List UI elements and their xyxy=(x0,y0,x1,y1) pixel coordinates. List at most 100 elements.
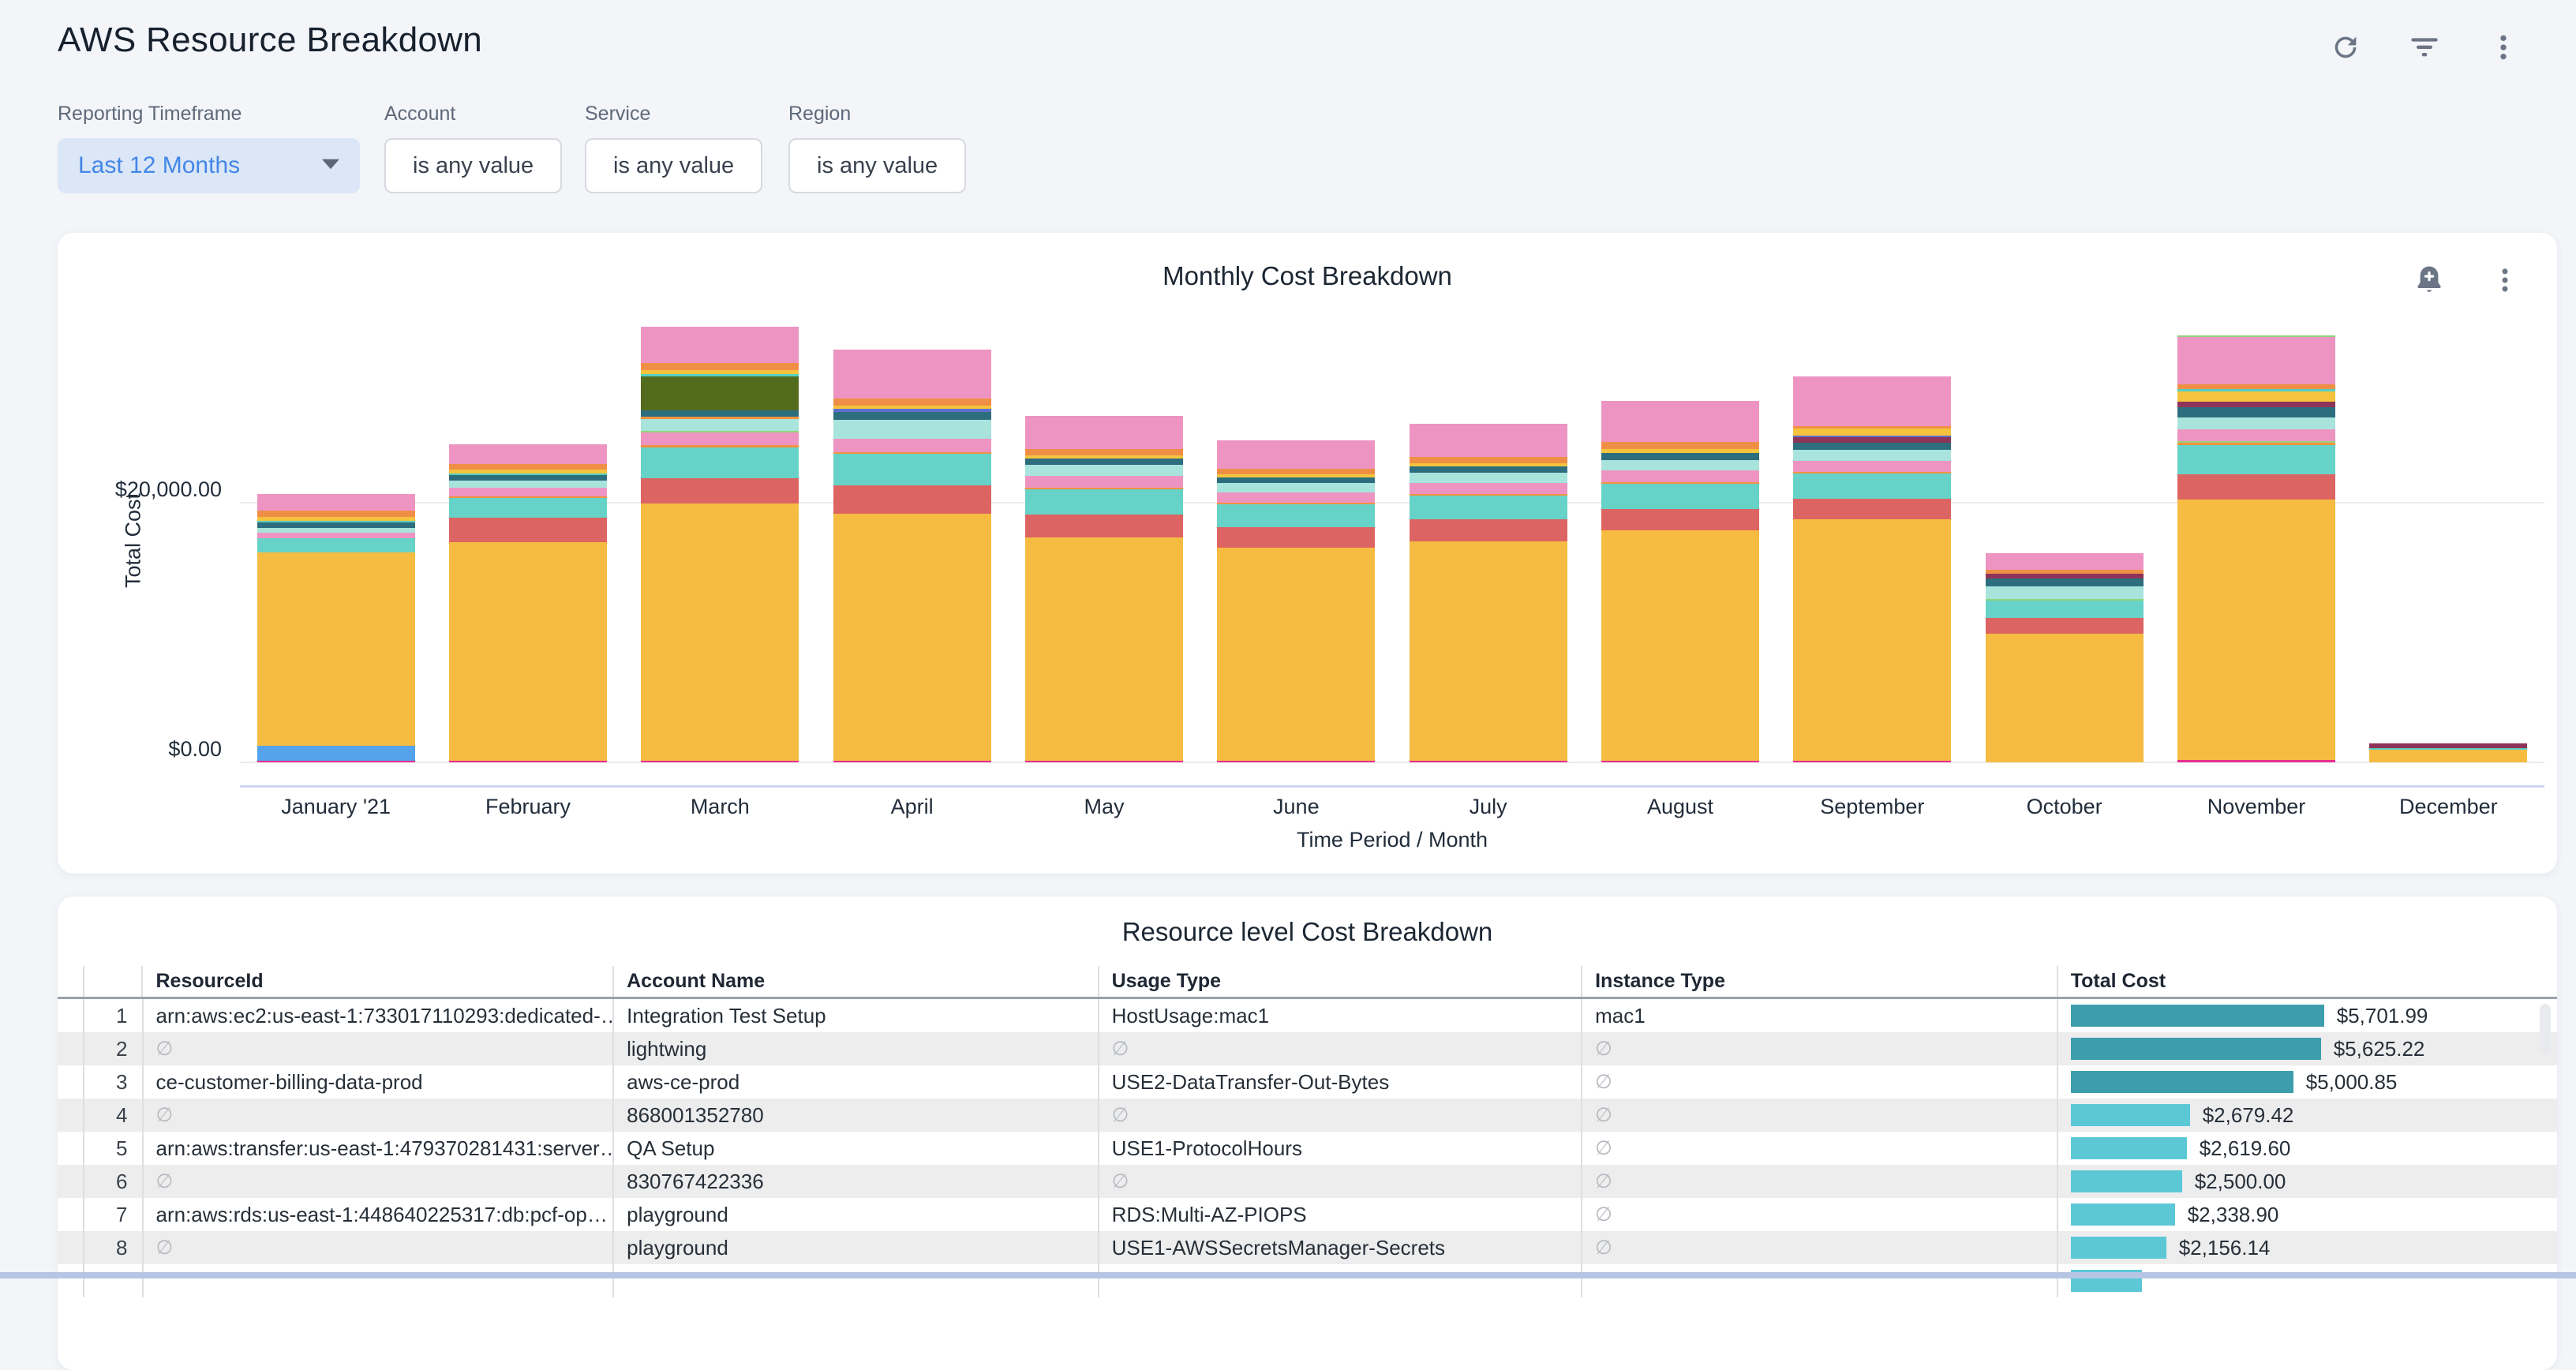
column-header-instance-type[interactable]: Instance Type xyxy=(1581,966,2057,997)
stacked-bar-September[interactable] xyxy=(1793,376,1951,762)
bar-segment-maroon[interactable] xyxy=(2177,402,2335,407)
timeframe-dropdown[interactable]: Last 12 Months xyxy=(58,138,360,193)
stacked-bar-October[interactable] xyxy=(1986,553,2144,762)
bar-segment-darkteal[interactable] xyxy=(1025,459,1183,465)
resource-id-cell[interactable]: arn:aws:rds:us-east-1:448640225317:db:pc… xyxy=(142,1198,613,1231)
bar-segment-amber[interactable] xyxy=(833,514,991,761)
bar-segment-pink[interactable] xyxy=(1410,483,1567,494)
bar-segment-darkteal[interactable] xyxy=(449,475,607,481)
table-row[interactable]: 8∅playgroundUSE1-AWSSecretsManager-Secre… xyxy=(58,1231,2557,1264)
bar-segment-red[interactable] xyxy=(1986,618,2144,634)
account-name-cell[interactable]: lightwing xyxy=(612,1032,1097,1065)
refresh-icon[interactable] xyxy=(2328,30,2363,65)
row-number-cell[interactable]: 8 xyxy=(83,1231,142,1264)
bar-segment-teal[interactable] xyxy=(1601,484,1759,509)
bar-segment-blue[interactable] xyxy=(257,746,415,761)
bar-segment-darkteal[interactable] xyxy=(641,410,799,417)
bar-segment-red[interactable] xyxy=(1217,527,1375,548)
table-row[interactable] xyxy=(58,1264,2557,1297)
bar-segment-amber[interactable] xyxy=(2177,500,2335,761)
bar-segment-red[interactable] xyxy=(1025,515,1183,537)
table-row[interactable]: 7arn:aws:rds:us-east-1:448640225317:db:p… xyxy=(58,1198,2557,1231)
usage-type-cell[interactable]: ∅ xyxy=(1098,1165,1582,1198)
bar-segment-darkteal[interactable] xyxy=(257,522,415,528)
row-number-cell[interactable]: 4 xyxy=(83,1099,142,1132)
table-row[interactable]: 3ce-customer-billing-data-prodaws-ce-pro… xyxy=(58,1065,2557,1099)
bar-segment-pink[interactable] xyxy=(1793,376,1951,426)
bar-segment-darkteal[interactable] xyxy=(1793,443,1951,451)
row-number-cell[interactable]: 7 xyxy=(83,1198,142,1231)
stacked-bar-November[interactable] xyxy=(2177,335,2335,762)
account-name-cell[interactable]: 868001352780 xyxy=(612,1099,1097,1132)
instance-type-cell[interactable]: ∅ xyxy=(1581,1032,2057,1065)
total-cost-cell[interactable] xyxy=(2057,1264,2557,1297)
resource-id-cell[interactable]: ∅ xyxy=(142,1231,613,1264)
resource-id-cell[interactable]: arn:aws:transfer:us-east-1:479370281431:… xyxy=(142,1132,613,1165)
bar-segment-teal[interactable] xyxy=(2177,445,2335,474)
bar-segment-amber[interactable] xyxy=(257,552,415,746)
resource-id-cell[interactable]: arn:aws:ec2:us-east-1:733017110293:dedic… xyxy=(142,999,613,1032)
bar-segment-amber[interactable] xyxy=(2369,750,2527,762)
bar-segment-magenta[interactable] xyxy=(1793,761,1951,763)
bar-segment-orange2[interactable] xyxy=(257,511,415,517)
stacked-bar-April[interactable] xyxy=(833,350,991,762)
bar-segment-amber[interactable] xyxy=(449,542,607,760)
bar-segment-teal[interactable] xyxy=(833,454,991,485)
instance-type-cell[interactable]: ∅ xyxy=(1581,1099,2057,1132)
bar-segment-orange2[interactable] xyxy=(1025,449,1183,455)
bar-segment-red[interactable] xyxy=(833,485,991,514)
instance-type-cell[interactable]: ∅ xyxy=(1581,1198,2057,1231)
bar-segment-magenta[interactable] xyxy=(449,761,607,763)
bar-segment-teal[interactable] xyxy=(257,538,415,552)
bar-segment-pink[interactable] xyxy=(1217,440,1375,469)
table-row[interactable]: 4∅868001352780∅∅$2,679.42 xyxy=(58,1099,2557,1132)
bar-segment-red[interactable] xyxy=(1601,509,1759,530)
bar-segment-olive[interactable] xyxy=(641,376,799,410)
resource-id-cell[interactable]: ∅ xyxy=(142,1032,613,1065)
bar-segment-mint[interactable] xyxy=(1793,450,1951,461)
bar-segment-red[interactable] xyxy=(641,478,799,503)
instance-type-cell[interactable] xyxy=(1581,1264,2057,1297)
bar-segment-magenta[interactable] xyxy=(1410,761,1567,763)
bar-segment-orange2[interactable] xyxy=(1410,457,1567,462)
bar-segment-red[interactable] xyxy=(1793,499,1951,519)
stacked-bar-February[interactable] xyxy=(449,444,607,762)
row-number-cell[interactable]: 6 xyxy=(83,1165,142,1198)
bar-segment-magenta[interactable] xyxy=(2177,760,2335,762)
resource-id-cell[interactable]: ∅ xyxy=(142,1165,613,1198)
total-cost-cell[interactable]: $5,000.85 xyxy=(2057,1065,2557,1099)
bar-segment-pink[interactable] xyxy=(449,444,607,464)
bar-segment-pink[interactable] xyxy=(1601,401,1759,443)
bar-segment-pink[interactable] xyxy=(1601,470,1759,482)
instance-type-cell[interactable]: mac1 xyxy=(1581,999,2057,1032)
bar-segment-magenta[interactable] xyxy=(641,761,799,763)
bar-segment-amber[interactable] xyxy=(1025,537,1183,761)
usage-type-cell[interactable]: ∅ xyxy=(1098,1032,1582,1065)
bar-segment-teal[interactable] xyxy=(1217,504,1375,527)
row-number-cell[interactable] xyxy=(83,1264,142,1297)
bar-segment-teal[interactable] xyxy=(1025,489,1183,515)
resource-id-cell[interactable] xyxy=(142,1264,613,1297)
row-number-cell[interactable]: 3 xyxy=(83,1065,142,1099)
bar-segment-magenta[interactable] xyxy=(833,761,991,763)
service-filter-button[interactable]: is any value xyxy=(585,138,762,193)
bar-segment-pink[interactable] xyxy=(449,488,607,497)
bar-segment-teal[interactable] xyxy=(1986,601,2144,617)
bar-segment-pink[interactable] xyxy=(1410,424,1567,458)
total-cost-cell[interactable]: $2,619.60 xyxy=(2057,1132,2557,1165)
bar-segment-teal[interactable] xyxy=(1793,474,1951,499)
bar-segment-red[interactable] xyxy=(1410,519,1567,541)
account-name-cell[interactable]: QA Setup xyxy=(612,1132,1097,1165)
total-cost-cell[interactable]: $2,156.14 xyxy=(2057,1231,2557,1264)
bar-segment-pink[interactable] xyxy=(1025,476,1183,488)
bar-segment-pink[interactable] xyxy=(833,350,991,399)
instance-type-cell[interactable]: ∅ xyxy=(1581,1065,2057,1099)
bar-segment-amber[interactable] xyxy=(1986,634,2144,762)
bar-segment-orange2[interactable] xyxy=(833,399,991,406)
bar-segment-amber[interactable] xyxy=(1410,541,1567,761)
bar-segment-amber[interactable] xyxy=(641,503,799,761)
kebab-menu-icon[interactable] xyxy=(2486,30,2521,65)
bar-segment-orange2[interactable] xyxy=(1217,469,1375,474)
bar-segment-darkteal[interactable] xyxy=(1217,477,1375,484)
usage-type-cell[interactable]: RDS:Multi-AZ-PIOPS xyxy=(1098,1198,1582,1231)
